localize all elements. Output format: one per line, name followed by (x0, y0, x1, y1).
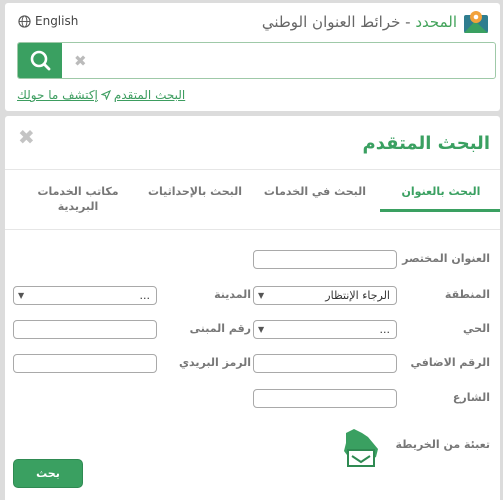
chevron-down-icon: ▼ (258, 325, 265, 334)
header-card: English المحدد - خرائط العنوان الوطني ✖ … (5, 3, 500, 111)
street-field[interactable] (253, 389, 397, 408)
building-number-field[interactable] (13, 320, 157, 339)
region-select[interactable]: ▼ الرجاء الإنتظار (253, 286, 397, 305)
app-title: المحدد - خرائط العنوان الوطني (261, 13, 457, 31)
search-bar: ✖ (17, 42, 496, 79)
chevron-down-icon: ▼ (18, 291, 25, 300)
postal-code-field[interactable] (13, 354, 157, 373)
street-label: الشارع (452, 391, 490, 404)
search-submit-button[interactable]: بحث (13, 459, 83, 488)
explore-around-link[interactable]: إكتشف ما حولك (17, 88, 98, 102)
active-tab-indicator (380, 209, 500, 212)
fill-from-map-label: تعبئة من الخريطة (395, 438, 490, 451)
additional-number-label: الرقم الاضافي (410, 356, 490, 369)
language-switcher[interactable]: English (18, 14, 78, 28)
app-brand: المحدد - خرائط العنوان الوطني (262, 9, 489, 35)
map-pin-logo-icon (464, 11, 488, 33)
search-input[interactable] (98, 47, 488, 74)
short-address-label: العنوان المختصر (402, 252, 490, 265)
navigation-arrow-icon (100, 90, 111, 100)
city-select[interactable]: ▼ ... (13, 286, 157, 305)
tab-coordinates[interactable]: البحث بالإحداثيات (135, 184, 255, 199)
short-address-field[interactable] (253, 250, 397, 269)
saudi-map-icon[interactable] (340, 427, 380, 471)
tab-services[interactable]: البحث في الخدمات (255, 184, 375, 199)
search-button[interactable] (18, 43, 62, 78)
quick-links: إكتشف ما حولك البحث المتقدم (17, 88, 185, 102)
advanced-search-panel: ✖ البحث المتقدم البحث بالعنوان البحث في … (5, 116, 500, 500)
building-number-label: رقم المبنى (189, 322, 251, 335)
city-label: المدينة (214, 288, 251, 301)
advanced-search-link[interactable]: البحث المتقدم (114, 88, 185, 102)
divider (5, 169, 500, 170)
panel-title: البحث المتقدم (362, 133, 490, 154)
tab-address[interactable]: البحث بالعنوان (391, 184, 491, 199)
district-select[interactable]: ▼ ... (253, 320, 397, 339)
language-label: English (35, 14, 79, 28)
close-icon[interactable]: ✖ (74, 52, 87, 70)
globe-icon (18, 14, 31, 28)
postal-code-label: الرمز البريدي (178, 356, 251, 369)
divider (5, 229, 500, 230)
additional-number-field[interactable] (253, 354, 397, 373)
region-label: المنطقة (444, 288, 490, 301)
district-label: الحي (463, 322, 490, 335)
search-icon (30, 50, 51, 70)
tab-post-offices[interactable]: مكاتب الخدمات البريدية (33, 184, 123, 214)
chevron-down-icon: ▼ (258, 291, 265, 300)
close-icon[interactable]: ✖ (18, 127, 35, 147)
